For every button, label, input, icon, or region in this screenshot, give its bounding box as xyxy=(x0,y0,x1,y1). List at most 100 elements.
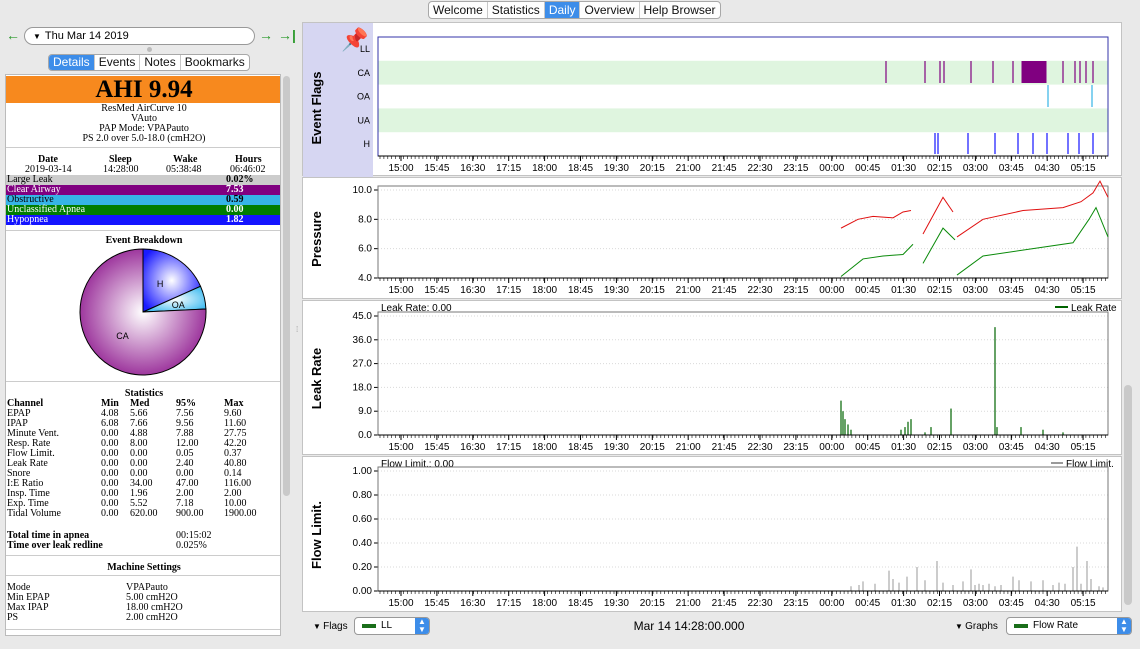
main-tabbar: Welcome Statistics Daily Overview Help B… xyxy=(428,1,721,19)
select-stepper-icon: ▲ ▼ xyxy=(415,618,429,634)
epap-line xyxy=(956,206,1109,276)
time-tick-label: 20:15 xyxy=(640,285,665,296)
splitter-handle-icon[interactable] xyxy=(147,47,152,52)
flow-limit-graph[interactable]: Flow Limit.: 0.00 Flow Limit. Flow Limit. 1… xyxy=(303,457,1123,613)
time-tick-label: 20:15 xyxy=(640,442,665,453)
time-tick-label: 22:30 xyxy=(747,598,772,609)
pie-label-h: H xyxy=(157,279,164,289)
flags-toggle[interactable]: ▼ Flags xyxy=(313,621,348,633)
tab-statistics[interactable]: Statistics xyxy=(488,2,545,18)
graphs-select[interactable]: Flow Rate ▲ ▼ xyxy=(1006,617,1132,635)
time-tick-label: 03:00 xyxy=(963,442,988,453)
pane-splitter-icon[interactable]: ⁞ xyxy=(296,325,300,335)
time-tick-label: 18:45 xyxy=(568,163,593,174)
back-arrow-icon[interactable]: ← xyxy=(6,27,20,43)
time-tick-label: 16:30 xyxy=(460,163,485,174)
last-day-icon[interactable]: →| xyxy=(278,27,296,43)
time-tick-label: 05:15 xyxy=(1071,163,1096,174)
flow-y-label: 0.60 xyxy=(353,514,373,525)
plot-frame xyxy=(377,185,1109,279)
oscar-daily-window: Welcome Statistics Daily Overview Help B… xyxy=(0,0,1140,649)
details-scrollbar[interactable] xyxy=(283,76,290,496)
divider xyxy=(6,230,280,231)
pressure-graph[interactable]: Pressure 10.0 8.0 6.0 4.0 15:00 15:45 16:30 17:1… xyxy=(303,178,1123,300)
time-tick-label: 04:30 xyxy=(1035,598,1060,609)
forward-arrow-icon[interactable]: → xyxy=(259,27,273,43)
time-tick-label: 21:45 xyxy=(712,285,737,296)
tab-welcome[interactable]: Welcome xyxy=(429,2,488,18)
time-tick-label: 01:30 xyxy=(891,598,916,609)
leak-redline-label: Time over leak redline xyxy=(7,540,103,551)
machine-settings-title: Machine Settings xyxy=(107,562,181,573)
session-wake: 05:38:48 xyxy=(166,164,202,175)
time-tick-label: 01:30 xyxy=(891,285,916,296)
time-tick-label: 15:00 xyxy=(388,442,413,453)
time-tick-label: 21:45 xyxy=(712,163,737,174)
session-sleep: 14:28:00 xyxy=(103,164,139,175)
time-tick-label: 02:15 xyxy=(927,285,952,296)
leak-rate-graph[interactable]: Leak Rate: 0.00 Leak RateLeak Rate45.036.… xyxy=(303,301,1123,456)
setting-name: PS xyxy=(7,612,19,623)
time-tick-label: 16:30 xyxy=(460,598,485,609)
graph-color-swatch xyxy=(1014,624,1028,628)
flow-y-label: 0.20 xyxy=(353,562,373,573)
tab-bookmarks[interactable]: Bookmarks xyxy=(181,55,249,70)
time-tick-label: 15:00 xyxy=(388,598,413,609)
time-tick-label: 21:45 xyxy=(712,442,737,453)
event-value: 1.82 xyxy=(226,214,244,225)
plot-frame xyxy=(377,311,1109,436)
time-tick-label: 20:15 xyxy=(640,163,665,174)
tab-overview[interactable]: Overview xyxy=(580,2,640,18)
tab-help-browser[interactable]: Help Browser xyxy=(640,2,720,18)
tab-daily[interactable]: Daily xyxy=(544,2,581,18)
time-tick-label: 04:30 xyxy=(1035,442,1060,453)
graphs-select-value: Flow Rate xyxy=(1033,620,1079,631)
time-tick-label: 01:30 xyxy=(891,163,916,174)
leak-title: Leak Rate xyxy=(309,348,324,409)
time-tick-label: 19:30 xyxy=(604,163,629,174)
tab-notes[interactable]: Notes xyxy=(140,55,181,70)
tab-events[interactable]: Events xyxy=(95,55,141,70)
stats-cell: 1900.00 xyxy=(224,508,257,519)
tab-details[interactable]: Details xyxy=(49,55,95,70)
time-tick-label: 17:15 xyxy=(496,442,521,453)
event-flags-panel[interactable]: 📌 Event Flags LL CA OA UA H 15:00 15:45 16:30 17:1… xyxy=(302,22,1123,177)
flow-y-label: 0.80 xyxy=(353,490,373,501)
pie-label-ca: CA xyxy=(116,331,129,341)
detail-tabbar: Details Events Notes Bookmarks xyxy=(48,54,250,71)
leak-redline-value: 0.025% xyxy=(176,540,207,551)
dropdown-triangle-icon: ▼ xyxy=(33,32,41,41)
date-picker[interactable]: ▼ Thu Mar 14 2019 xyxy=(24,27,255,45)
flags-area xyxy=(377,36,1109,157)
time-tick-label: 15:45 xyxy=(424,163,449,174)
time-tick-label: 17:15 xyxy=(496,598,521,609)
time-tick-label: 17:15 xyxy=(496,285,521,296)
time-tick-label: 04:30 xyxy=(1035,285,1060,296)
graphs-toggle[interactable]: ▼ Graphs xyxy=(955,621,998,633)
time-tick-label: 21:00 xyxy=(676,442,701,453)
leak-rate-panel[interactable]: Leak Rate: 0.00 Leak Rate Leak Rate 45.0 36.… xyxy=(302,300,1122,455)
leak-y-label: 9.0 xyxy=(358,406,372,417)
time-tick-label: 16:30 xyxy=(460,442,485,453)
flag-color-swatch xyxy=(362,624,376,628)
flags-select[interactable]: LL ▲ ▼ xyxy=(354,617,430,635)
time-tick-label: 18:45 xyxy=(568,442,593,453)
time-tick-label: 03:00 xyxy=(963,285,988,296)
divider xyxy=(6,575,280,576)
time-tick-label: 00:00 xyxy=(819,442,844,453)
time-tick-label: 18:45 xyxy=(568,285,593,296)
time-tick-label: 19:30 xyxy=(604,598,629,609)
time-tick-label: 22:30 xyxy=(747,442,772,453)
event-flags-graph[interactable]: 📌Event FlagsLLCAOAUAH15:00 15:45 16:30 17:1… xyxy=(303,23,1123,177)
graphs-scrollbar[interactable] xyxy=(1124,385,1132,605)
pressure-y-label: 6.0 xyxy=(358,244,372,255)
flow-limit-panel[interactable]: Flow Limit.: 0.00 Flow Limit. Flow Limit. 1… xyxy=(302,456,1122,612)
pressure-panel[interactable]: Pressure 10.0 8.0 6.0 4.0 15:00 15:45 16:30 17:1… xyxy=(302,177,1122,299)
time-tick-label: 23:15 xyxy=(783,163,808,174)
time-tick-label: 03:45 xyxy=(999,285,1024,296)
leak-y-label: 18.0 xyxy=(353,382,373,393)
pressure-y-label: 8.0 xyxy=(358,214,372,225)
time-tick-label: 23:15 xyxy=(783,442,808,453)
time-tick-label: 00:45 xyxy=(855,598,880,609)
setting-value: 2.00 cmH2O xyxy=(126,612,178,623)
